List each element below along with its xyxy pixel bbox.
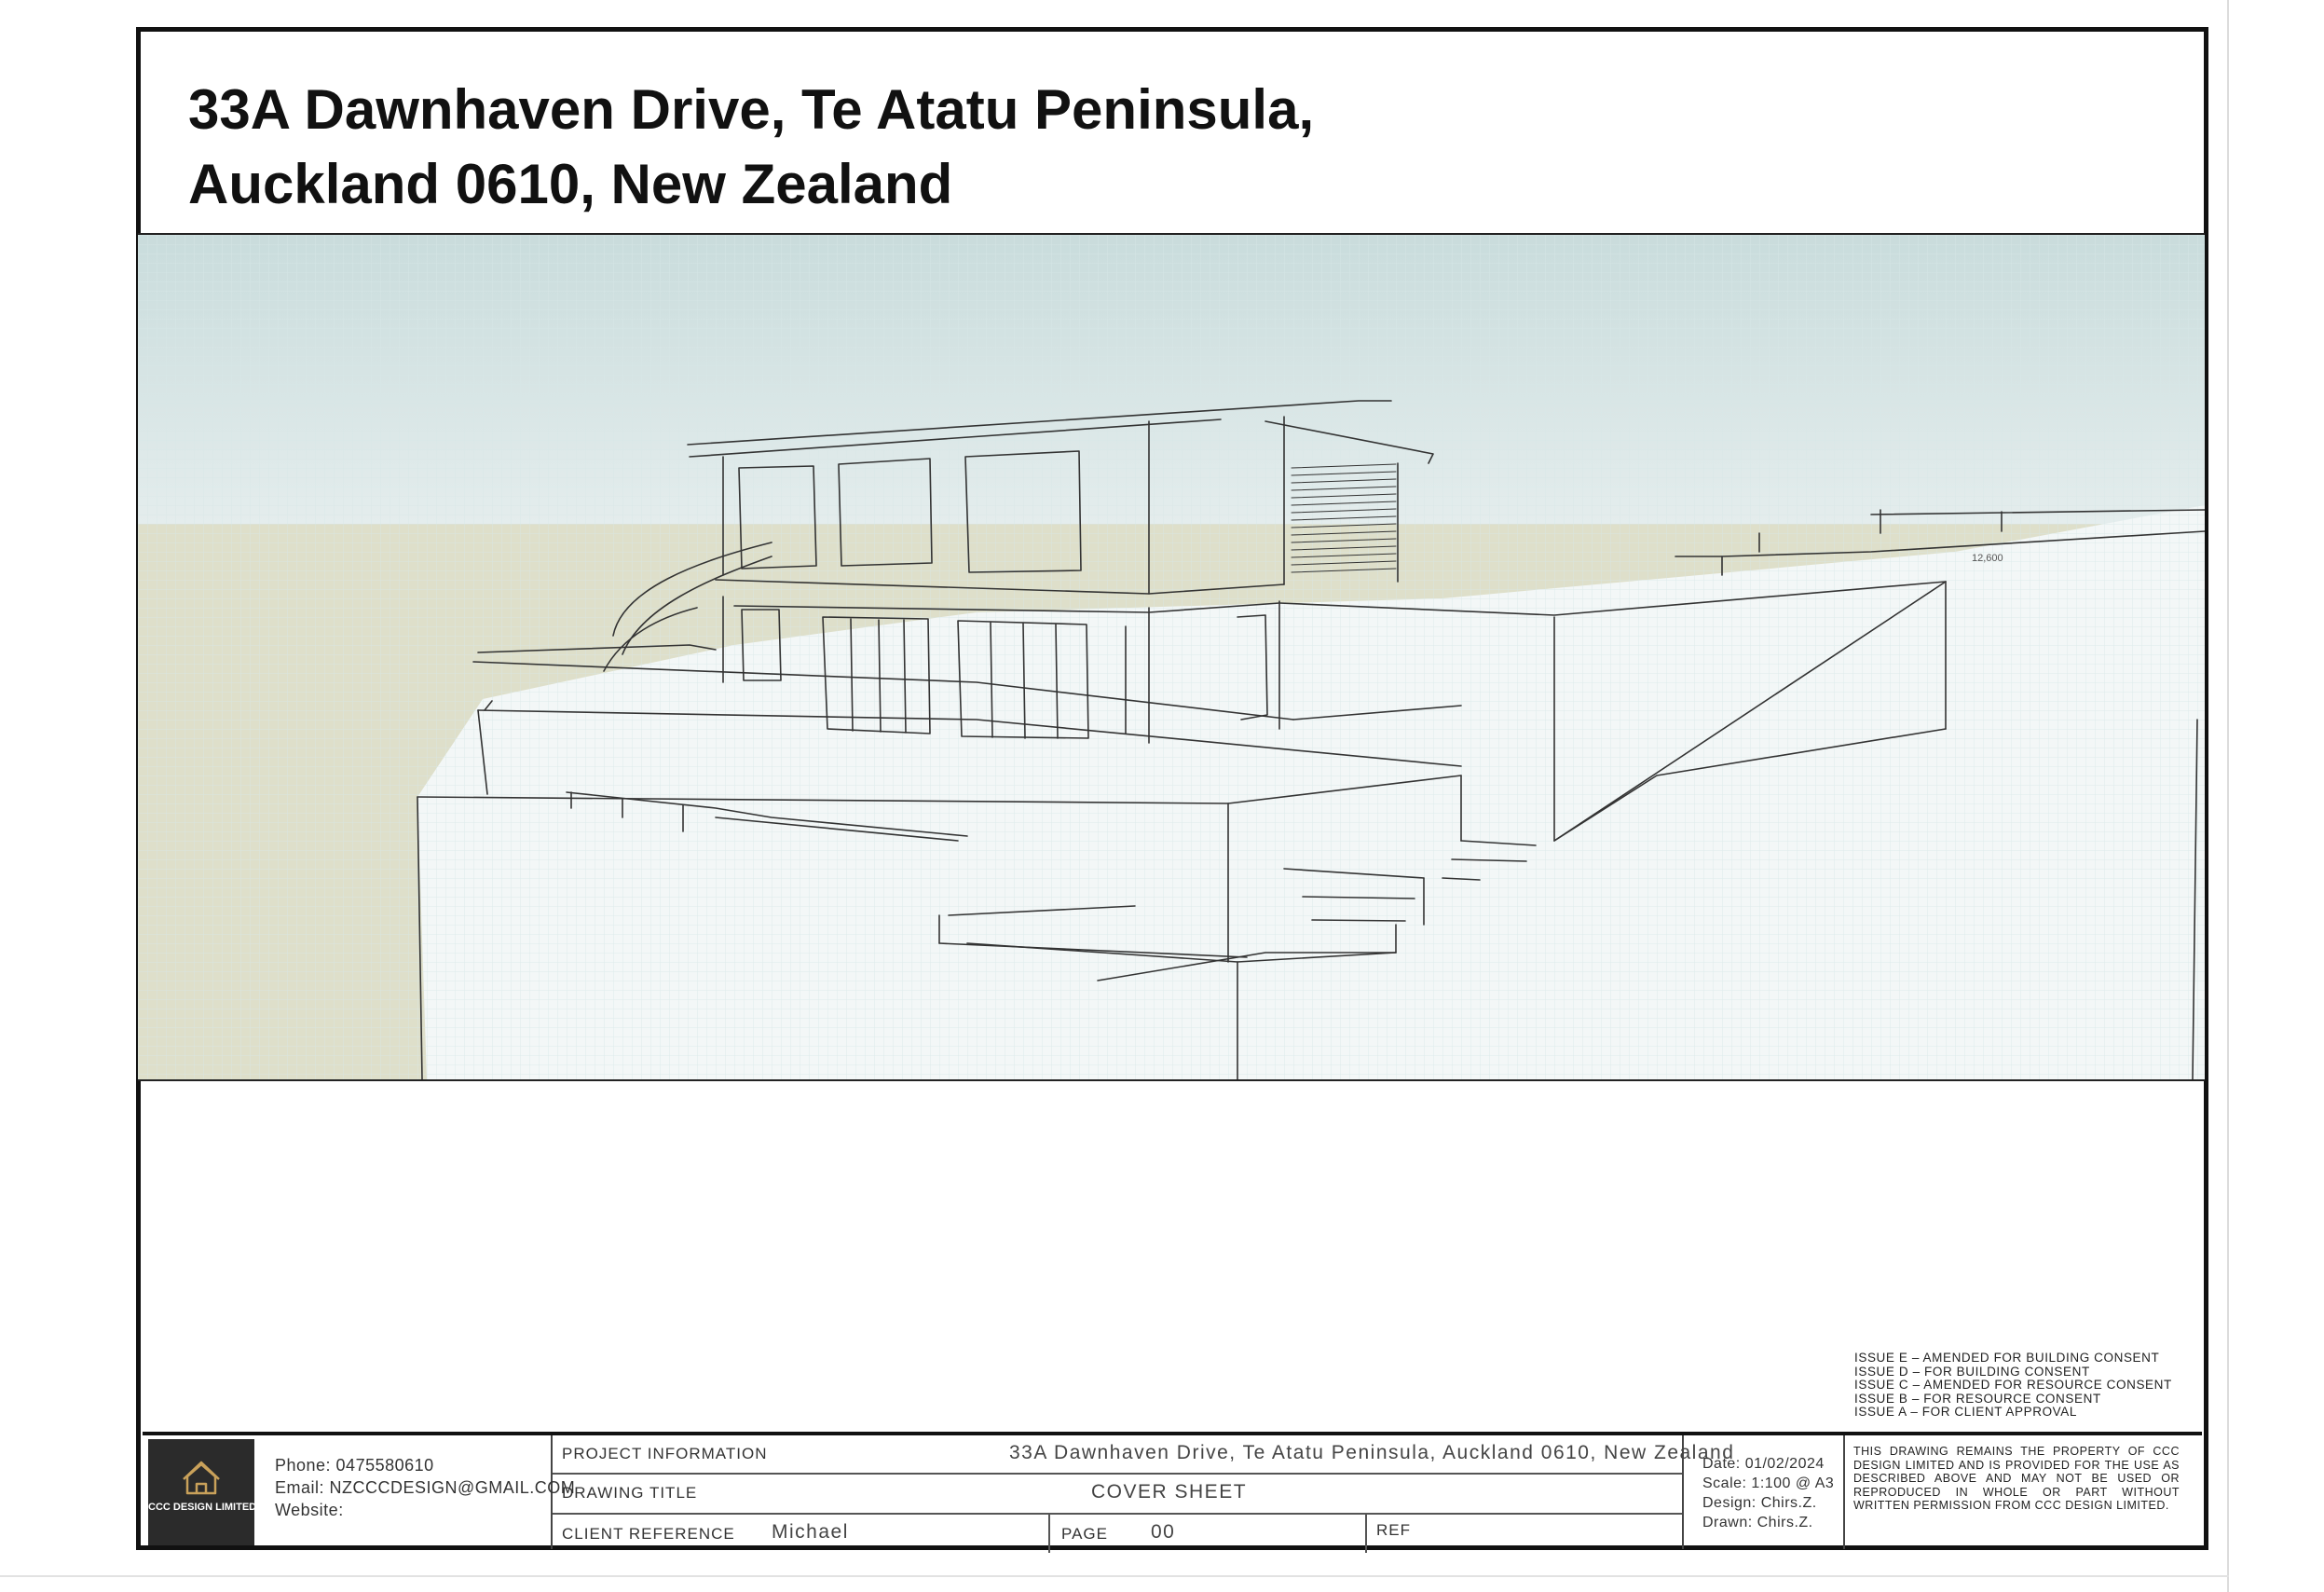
company-cell: CCC DESIGN LIMITED Phone: 0475580610 Ema…	[143, 1435, 575, 1549]
logo-text: CCC DESIGN LIMITED	[148, 1502, 257, 1513]
house-icon	[183, 1461, 220, 1495]
issue-list: ISSUE E – AMENDED FOR BUILDING CONSENT I…	[1854, 1351, 2172, 1420]
scale: Scale: 1:100 @ A3	[1702, 1475, 1835, 1491]
page-value: 00	[1151, 1521, 1176, 1543]
sheet-edge	[2227, 0, 2229, 1592]
title-line-2: Auckland 0610, New Zealand	[188, 153, 953, 215]
project-info-value: 33A Dawnhaven Drive, Te Atatu Peninsula,…	[1009, 1442, 1735, 1463]
title-block: CCC DESIGN LIMITED Phone: 0475580610 Ema…	[143, 1432, 2202, 1553]
date: Date: 01/02/2024	[1702, 1456, 1825, 1472]
page-label: PAGE	[1061, 1525, 1108, 1543]
email: Email: NZCCCDESIGN@GMAIL.COM	[275, 1478, 576, 1497]
page-title: 33A Dawnhaven Drive, Te Atatu Peninsula,…	[188, 73, 1314, 222]
dimension-label: 12,600	[1972, 553, 2003, 564]
drawing-title-label: DRAWING TITLE	[562, 1484, 698, 1502]
company-logo: CCC DESIGN LIMITED	[148, 1439, 257, 1545]
contact-info: Phone: 0475580610 Email: NZCCCDESIGN@GMA…	[275, 1454, 575, 1521]
drawing-title-value: COVER SHEET	[1091, 1481, 1248, 1503]
copyright-notice: THIS DRAWING REMAINS THE PROPERTY OF CCC…	[1853, 1445, 2180, 1513]
client-reference-value: Michael	[772, 1521, 849, 1543]
project-info-label: PROJECT INFORMATION	[562, 1445, 768, 1462]
site-sketch-render: 12,600	[138, 233, 2205, 1081]
ref-label: REF	[1376, 1521, 1411, 1539]
issue-item: ISSUE D – FOR BUILDING CONSENT	[1854, 1364, 2090, 1379]
drawing-meta: Date: 01/02/2024 Scale: 1:100 @ A3 Desig…	[1702, 1454, 1834, 1532]
client-reference-label: CLIENT REFERENCE	[562, 1525, 735, 1543]
phone: Phone: 0475580610	[275, 1456, 434, 1475]
drawing-meta-cell: Date: 01/02/2024 Scale: 1:100 @ A3 Desig…	[1684, 1435, 1845, 1549]
design: Design: Chirs.Z.	[1702, 1495, 1817, 1511]
issue-item: ISSUE B – FOR RESOURCE CONSENT	[1854, 1391, 2101, 1406]
issue-item: ISSUE C – AMENDED FOR RESOURCE CONSENT	[1854, 1378, 2172, 1393]
copyright-cell: THIS DRAWING REMAINS THE PROPERTY OF CCC…	[1845, 1435, 2202, 1549]
issue-item: ISSUE A – FOR CLIENT APPROVAL	[1854, 1405, 2077, 1420]
issue-item: ISSUE E – AMENDED FOR BUILDING CONSENT	[1854, 1351, 2160, 1365]
drawn: Drawn: Chirs.Z.	[1702, 1515, 1813, 1530]
sheet-edge	[0, 1575, 2229, 1577]
website: Website:	[275, 1501, 344, 1519]
project-info-cell: PROJECT INFORMATION 33A Dawnhaven Drive,…	[553, 1435, 1733, 1553]
title-line-1: 33A Dawnhaven Drive, Te Atatu Peninsula,	[188, 78, 1315, 141]
